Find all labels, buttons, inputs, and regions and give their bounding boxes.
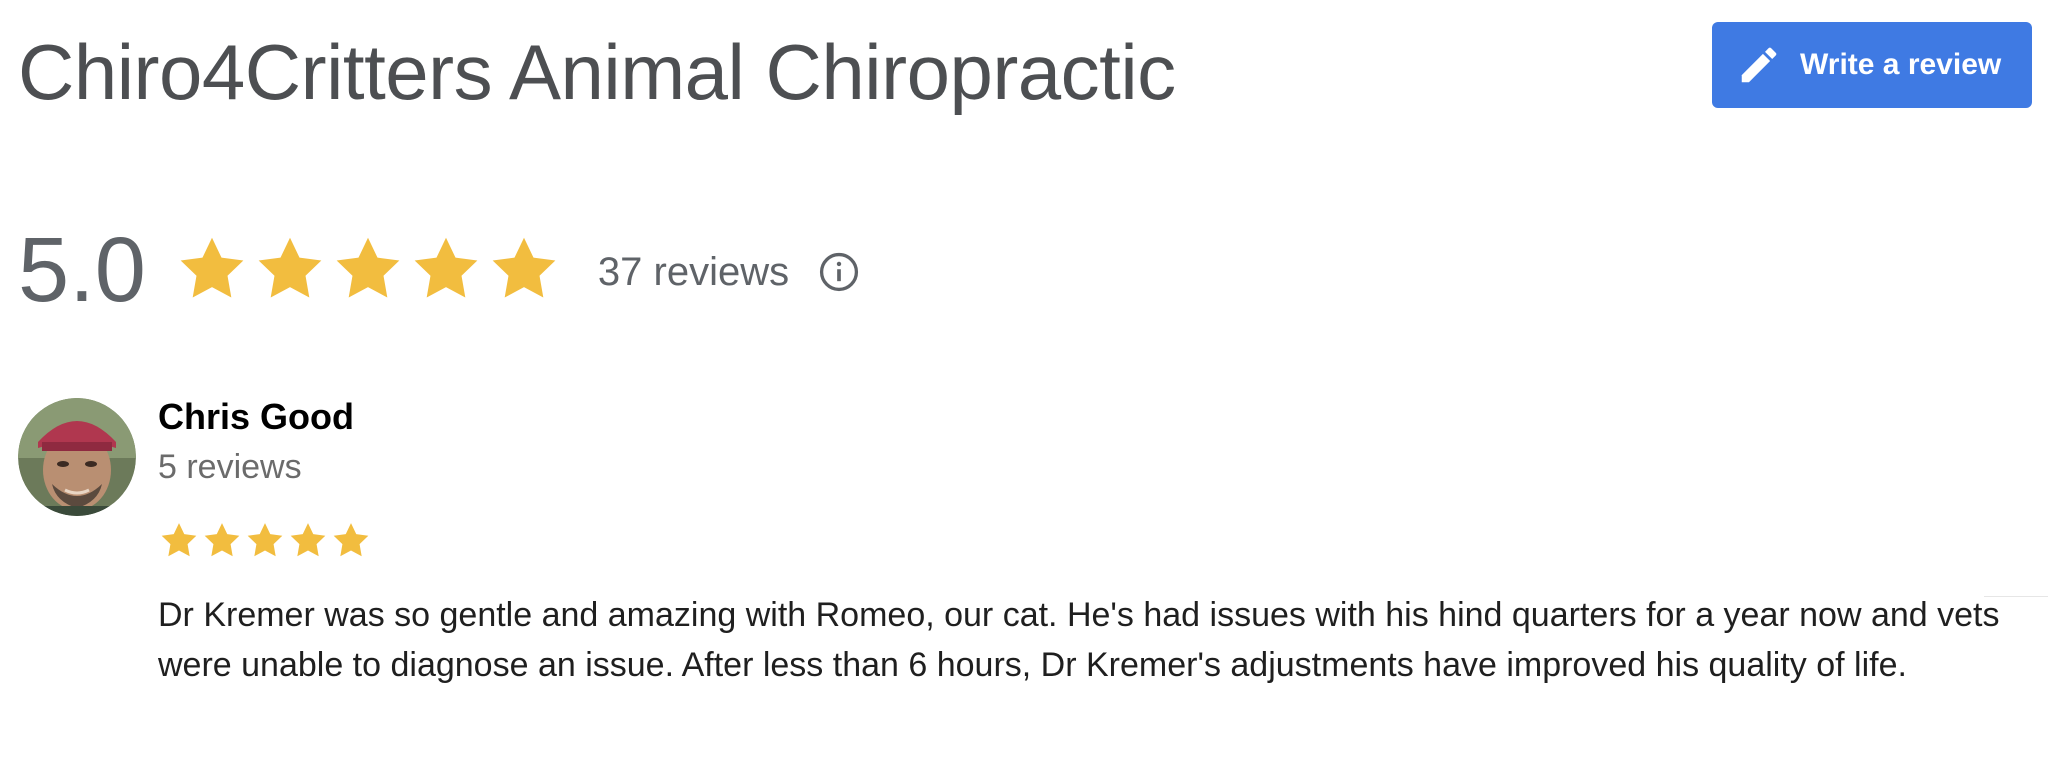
write-review-button[interactable]: Write a review: [1712, 22, 2032, 108]
star-icon: [336, 237, 400, 298]
star-icon: [180, 237, 244, 298]
write-review-label: Write a review: [1800, 48, 2002, 81]
star-icon: [492, 237, 556, 298]
rating-summary: 5.0 37 reviews: [18, 215, 861, 325]
average-star-rating: [174, 232, 564, 308]
reviewer-photo: [18, 398, 136, 516]
star-icon: [414, 237, 478, 298]
average-rating: 5.0: [18, 219, 146, 321]
pencil-icon: [1741, 47, 1777, 83]
info-icon[interactable]: [817, 246, 861, 294]
reviewer-name[interactable]: Chris Good: [158, 396, 354, 438]
star-icon: [247, 523, 283, 557]
review-text: Dr Kremer was so gentle and amazing with…: [158, 596, 2000, 684]
star-icon: [204, 523, 240, 557]
review-count[interactable]: 37 reviews: [598, 246, 789, 295]
reviewer-review-count: 5 reviews: [158, 448, 302, 486]
star-icon: [333, 523, 369, 557]
star-icon: [258, 237, 322, 298]
divider: [1984, 596, 2048, 597]
star-icon: [161, 523, 197, 557]
review-star-rating: [158, 520, 373, 562]
avatar[interactable]: [18, 398, 136, 516]
star-icon: [290, 523, 326, 557]
business-title: Chiro4Critters Animal Chiropractic: [18, 28, 1176, 116]
